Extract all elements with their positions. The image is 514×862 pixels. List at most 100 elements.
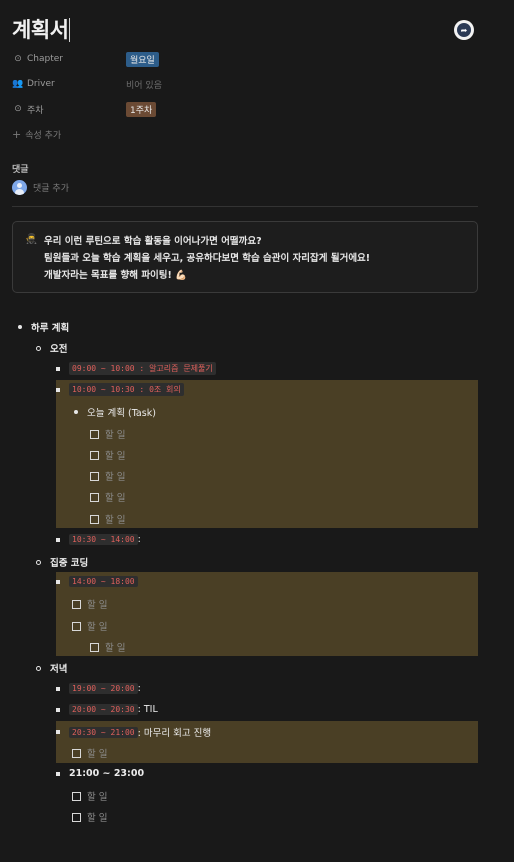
time-code: 19:00 ~ 20:00 bbox=[69, 683, 138, 694]
list-item-morning[interactable]: 오전 bbox=[36, 341, 67, 355]
focus-label: 집중 코딩 bbox=[50, 558, 89, 569]
avatar bbox=[12, 180, 27, 195]
page-title[interactable]: 계획서 bbox=[12, 14, 71, 44]
todo-text[interactable]: 할 일 bbox=[105, 427, 126, 441]
list-item[interactable]: 20:00 ~ 20:30 : TIL bbox=[56, 704, 158, 715]
checkbox[interactable] bbox=[72, 748, 81, 758]
checkbox[interactable] bbox=[72, 791, 81, 801]
list-item-focus[interactable]: 집중 코딩 bbox=[36, 555, 88, 569]
todo-item[interactable]: 할 일 bbox=[72, 810, 108, 824]
bullet bbox=[18, 325, 22, 329]
chevron-circle-icon: ⊙ bbox=[14, 54, 22, 64]
list-item-evening[interactable]: 저녁 bbox=[36, 661, 67, 675]
plus-icon: + bbox=[12, 127, 22, 141]
todo-text[interactable]: 할 일 bbox=[87, 619, 108, 633]
chapter-tag[interactable]: 월요일 bbox=[126, 51, 159, 67]
todo-text[interactable]: 할 일 bbox=[105, 640, 126, 654]
todo-item[interactable]: 할 일 bbox=[90, 448, 126, 462]
checkbox[interactable] bbox=[90, 492, 99, 502]
comments-heading: 댓글 bbox=[12, 165, 29, 175]
item-text: : TIL bbox=[137, 704, 158, 715]
checkbox[interactable] bbox=[90, 450, 99, 460]
bullet bbox=[56, 366, 60, 371]
list-item-daily-plan[interactable]: 하루 계획 bbox=[18, 320, 69, 334]
time-code: 10:00 ~ 10:30 : 0조 회의 bbox=[69, 383, 184, 396]
property-name: Driver bbox=[27, 79, 55, 89]
item-text: : 마무리 회고 진행 bbox=[137, 728, 212, 739]
todo-text[interactable]: 할 일 bbox=[87, 810, 108, 824]
share-button[interactable]: ➦ bbox=[454, 20, 474, 40]
list-item[interactable]: 14:00 ~ 18:00 bbox=[56, 576, 138, 587]
item-text: : bbox=[137, 683, 141, 694]
callout-emoji-icon: 🥷 bbox=[25, 234, 38, 245]
property-driver[interactable]: 👥 Driver 비어 있음 bbox=[12, 76, 472, 92]
bullet bbox=[36, 665, 41, 671]
chevron-circle-icon: ⊙ bbox=[14, 104, 22, 114]
todo-text[interactable]: 할 일 bbox=[105, 469, 126, 483]
morning-label: 오전 bbox=[50, 344, 68, 355]
list-item[interactable]: 10:30 ~ 14:00 : bbox=[56, 534, 141, 545]
daily-plan-heading: 하루 계획 bbox=[31, 323, 70, 334]
add-comment-row[interactable]: 댓글 추가 bbox=[12, 180, 69, 195]
todo-item[interactable]: 할 일 bbox=[90, 640, 126, 654]
property-name: 주차 bbox=[27, 105, 44, 116]
evening-label: 저녁 bbox=[50, 664, 68, 675]
add-property-label: 속성 추가 bbox=[25, 130, 62, 141]
bullet bbox=[36, 345, 41, 351]
property-week[interactable]: ⊙ 주차 1주차 bbox=[12, 101, 472, 117]
list-item[interactable]: 10:00 ~ 10:30 : 0조 회의 bbox=[56, 383, 184, 396]
todo-item[interactable]: 할 일 bbox=[72, 597, 108, 611]
todo-item[interactable]: 할 일 bbox=[72, 619, 108, 633]
bullet bbox=[56, 707, 60, 712]
callout-line: 우리 이런 루틴으로 학습 활동을 이어나가면 어떨까요? bbox=[44, 236, 262, 247]
checkbox[interactable] bbox=[72, 599, 81, 609]
divider bbox=[12, 206, 478, 207]
checkbox[interactable] bbox=[90, 514, 99, 524]
text-caret bbox=[69, 18, 71, 42]
property-name: Chapter bbox=[27, 54, 63, 64]
todo-item[interactable]: 할 일 bbox=[72, 746, 108, 760]
time-code: 10:30 ~ 14:00 bbox=[69, 534, 138, 545]
list-item[interactable]: 19:00 ~ 20:00 : bbox=[56, 683, 141, 694]
callout-line: 개발자라는 목표를 향해 파이팅! 💪🏻 bbox=[44, 270, 188, 281]
todo-text[interactable]: 할 일 bbox=[105, 490, 126, 504]
checkbox[interactable] bbox=[72, 621, 81, 631]
todo-text[interactable]: 할 일 bbox=[87, 597, 108, 611]
todo-text[interactable]: 할 일 bbox=[105, 512, 126, 526]
todo-item[interactable]: 할 일 bbox=[90, 427, 126, 441]
todo-item[interactable]: 할 일 bbox=[90, 512, 126, 526]
checkbox[interactable] bbox=[90, 471, 99, 481]
bullet bbox=[36, 559, 41, 565]
callout[interactable]: 🥷 우리 이런 루틴으로 학습 활동을 이어나가면 어떨까요? 팀원들과 오늘 … bbox=[12, 221, 478, 293]
bullet bbox=[56, 387, 60, 392]
checkbox[interactable] bbox=[90, 429, 99, 439]
add-property-button[interactable]: + 속성 추가 bbox=[12, 126, 472, 142]
driver-empty-value[interactable]: 비어 있음 bbox=[126, 78, 162, 91]
comment-input[interactable]: 댓글 추가 bbox=[33, 181, 69, 194]
bullet bbox=[56, 686, 60, 691]
list-item[interactable]: 20:30 ~ 21:00 : 마무리 회고 진행 bbox=[56, 725, 211, 739]
share-icon: ➦ bbox=[457, 23, 471, 37]
todo-text[interactable]: 할 일 bbox=[105, 448, 126, 462]
todo-text[interactable]: 할 일 bbox=[87, 789, 108, 803]
time-code: 20:30 ~ 21:00 bbox=[69, 726, 138, 738]
week-tag[interactable]: 1주차 bbox=[126, 101, 157, 117]
todo-item[interactable]: 할 일 bbox=[90, 469, 126, 483]
property-chapter[interactable]: ⊙ Chapter 월요일 bbox=[12, 51, 472, 67]
list-item-task[interactable]: 오늘 계획 (Task) bbox=[74, 405, 156, 419]
list-item[interactable]: 09:00 ~ 10:00 : 알고리즘 문제풀기 bbox=[56, 362, 216, 375]
bullet bbox=[56, 730, 60, 734]
bullet bbox=[74, 410, 78, 414]
todo-text[interactable]: 할 일 bbox=[87, 746, 108, 760]
checkbox[interactable] bbox=[90, 642, 99, 652]
item-text: 21:00 ~ 23:00 bbox=[69, 768, 145, 779]
list-item[interactable]: 21:00 ~ 23:00 bbox=[56, 768, 144, 779]
time-code: 14:00 ~ 18:00 bbox=[69, 576, 138, 587]
people-icon: 👥 bbox=[12, 79, 24, 89]
item-text: : bbox=[137, 534, 141, 545]
bullet bbox=[56, 771, 60, 776]
todo-item[interactable]: 할 일 bbox=[72, 789, 108, 803]
callout-line: 팀원들과 오늘 학습 계획을 세우고, 공유하다보면 학습 습관이 자리잡게 될… bbox=[44, 253, 371, 264]
todo-item[interactable]: 할 일 bbox=[90, 490, 126, 504]
checkbox[interactable] bbox=[72, 812, 81, 822]
